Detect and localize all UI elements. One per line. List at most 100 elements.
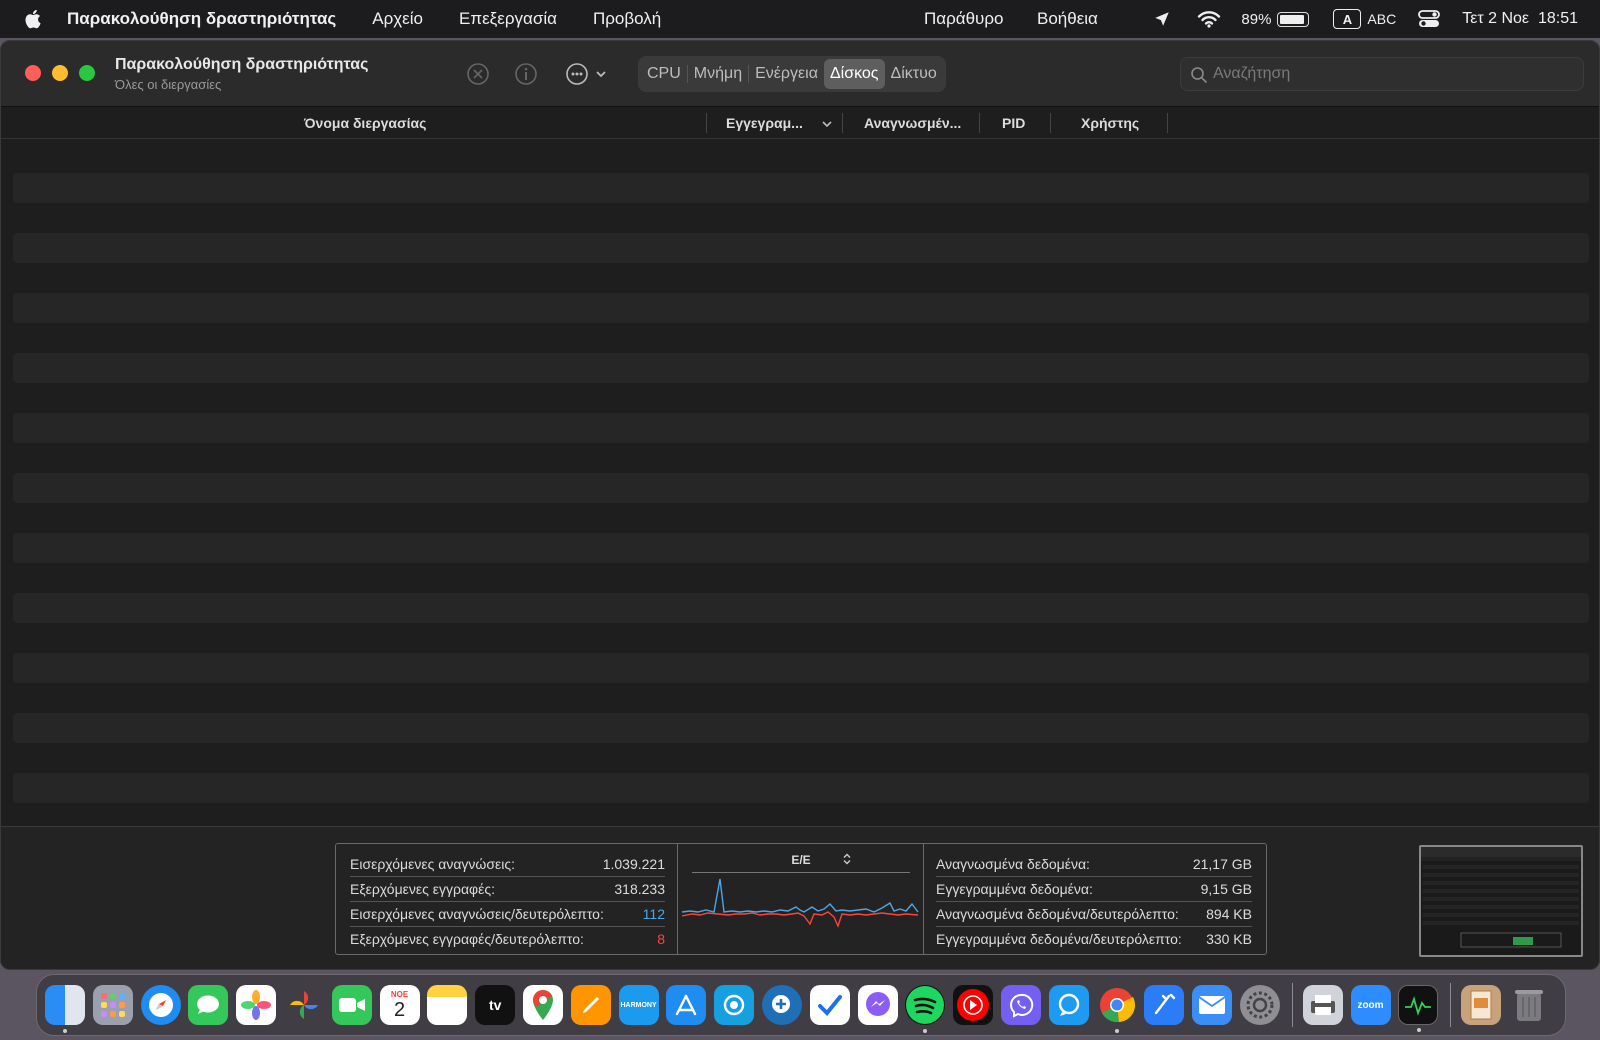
proxyman-icon[interactable] [714, 985, 755, 1025]
table-row[interactable] [13, 293, 1589, 323]
disk-summary-panel: Εισερχόμενες αναγνώσεις: 1.039.221 Εξερχό… [1, 826, 1599, 969]
facetime-icon[interactable] [331, 985, 372, 1025]
table-row[interactable] [13, 353, 1589, 383]
app-store-icon[interactable] [666, 985, 707, 1025]
disk-stats-box: Εισερχόμενες αναγνώσεις: 1.039.221 Εξερχό… [335, 843, 1267, 955]
table-row[interactable] [13, 713, 1589, 743]
battery-percent: 89% [1241, 10, 1272, 28]
input-source-icon[interactable]: A [1333, 9, 1362, 29]
xcode-icon[interactable] [1144, 985, 1185, 1025]
stop-process-icon[interactable] [465, 61, 491, 87]
activity-monitor-icon[interactable] [1398, 985, 1439, 1032]
chat-bubble-icon[interactable] [1048, 985, 1089, 1025]
io-count-stats: Εισερχόμενες αναγνώσεις: 1.039.221 Εξερχό… [336, 844, 678, 954]
messenger-icon[interactable] [857, 985, 898, 1025]
pages-icon[interactable] [570, 985, 611, 1025]
finder-icon[interactable] [45, 985, 85, 1033]
calendar-icon[interactable]: ΝΟΕ 2 [379, 985, 420, 1025]
table-row[interactable] [13, 773, 1589, 803]
battery-status[interactable]: 89% [1241, 10, 1310, 28]
mail-icon[interactable] [1192, 985, 1233, 1025]
messages-icon[interactable] [188, 985, 229, 1025]
control-center-icon[interactable] [1418, 9, 1441, 29]
activity-monitor-window: Παρακολούθηση δραστηριότητας Όλες οι διε… [0, 40, 1600, 970]
tab-network[interactable]: Δίκτυο [885, 59, 943, 89]
zoom-window-button[interactable] [79, 65, 95, 81]
tab-cpu[interactable]: CPU [641, 59, 687, 89]
process-table [1, 140, 1599, 840]
tab-disk[interactable]: Δίσκος [823, 59, 885, 89]
photos-icon[interactable] [236, 985, 277, 1025]
stat-data-written-per-sec: Εγγεγραμμένα δεδομένα/δευτερόλεπτο: 330 K… [936, 931, 1252, 947]
window-thumbnail[interactable] [1419, 845, 1583, 957]
menu-file[interactable]: Αρχείο [372, 9, 423, 29]
zoom-label: zoom [1357, 999, 1384, 1011]
more-actions-icon[interactable] [564, 61, 610, 87]
zoom-icon[interactable]: zoom [1350, 985, 1391, 1025]
minimize-window-button[interactable] [52, 65, 68, 81]
column-bytes-written[interactable]: Εγγεγραμ... [726, 115, 803, 131]
column-user[interactable]: Χρήστης [1081, 115, 1139, 131]
chrome-icon[interactable] [1097, 985, 1137, 1033]
apple-tv-icon[interactable]: tv [475, 985, 516, 1025]
io-graph-selector[interactable]: Ε/Ε [678, 853, 924, 867]
harmony-label: HARMONY [620, 1001, 657, 1009]
viber-icon[interactable] [1000, 985, 1041, 1025]
menu-bar: Παρακολούθηση δραστηριότητας Αρχείο Επεξ… [0, 0, 1600, 38]
window-subtitle: Όλες οι διεργασίες [115, 77, 222, 92]
wifi-icon[interactable] [1197, 10, 1221, 28]
app-menu[interactable]: Παρακολούθηση δραστηριότητας [67, 9, 336, 29]
youtube-music-icon[interactable] [953, 985, 994, 1025]
safari-icon[interactable] [140, 985, 181, 1025]
google-maps-icon[interactable] [522, 985, 563, 1025]
menu-view[interactable]: Προβολή [593, 9, 661, 29]
table-row[interactable] [13, 173, 1589, 203]
column-pid[interactable]: PID [1002, 115, 1025, 131]
menu-window[interactable]: Παράθυρο [924, 9, 1003, 29]
downloads-stack-icon[interactable] [1461, 985, 1502, 1025]
tab-energy[interactable]: Ενέργεια [749, 59, 824, 89]
window-controls [25, 65, 95, 81]
location-icon[interactable] [1153, 10, 1171, 28]
clock[interactable]: Τετ 2 Νοε 18:51 [1462, 10, 1578, 28]
io-activity-chart [681, 878, 919, 928]
harmony-icon[interactable]: HARMONY [618, 985, 659, 1025]
io-graph: Ε/Ε [678, 844, 924, 954]
trash-icon[interactable] [1509, 985, 1549, 1025]
table-row[interactable] [13, 413, 1589, 443]
view-segmented-control: CPU Μνήμη Ενέργεια Δίσκος Δίκτυο [638, 56, 946, 92]
updown-chevron-icon [843, 853, 851, 865]
stat-data-read: Αναγνωσμένα δεδομένα: 21,17 GB [936, 852, 1252, 877]
table-row[interactable] [13, 473, 1589, 503]
input-source-label[interactable]: ABC [1367, 11, 1396, 27]
sort-descending-icon[interactable] [821, 119, 833, 129]
launchpad-icon[interactable] [92, 985, 133, 1025]
spotify-icon[interactable] [905, 985, 946, 1033]
menu-help[interactable]: Βοήθεια [1037, 9, 1098, 29]
dock-separator [1450, 983, 1452, 1027]
column-process-name[interactable]: Όνομα διεργασίας [304, 115, 426, 131]
table-row[interactable] [13, 653, 1589, 683]
stat-writes-per-sec: Εξερχόμενες εγγραφές/δευτερόλεπτο: 8 [350, 931, 665, 947]
tasks-checkmark-icon[interactable] [809, 985, 850, 1025]
stat-data-read-per-sec: Αναγνωσμένα δεδομένα/δευτερόλεπτο: 894 KB [936, 902, 1252, 927]
printer-scanner-icon[interactable] [1302, 985, 1343, 1025]
thumbnail-preview-icon [1421, 847, 1581, 948]
close-window-button[interactable] [25, 65, 41, 81]
google-photos-icon[interactable] [284, 985, 324, 1025]
search-field[interactable]: Αναζήτηση [1180, 57, 1584, 91]
table-row[interactable] [13, 533, 1589, 563]
tab-memory[interactable]: Μνήμη [688, 59, 748, 89]
menu-edit[interactable]: Επεξεργασία [459, 9, 557, 29]
table-row[interactable] [13, 233, 1589, 263]
data-volume-stats: Αναγνωσμένα δεδομένα: 21,17 GB Εγγεγραμμέ… [924, 844, 1266, 954]
apple-logo-icon[interactable] [23, 8, 45, 30]
calendar-month: ΝΟΕ [390, 989, 409, 999]
magnifier-icon[interactable] [761, 985, 802, 1025]
column-bytes-read[interactable]: Αναγνωσμέν... [864, 115, 961, 131]
notes-icon[interactable] [427, 985, 468, 1025]
system-settings-gear-icon[interactable] [1239, 985, 1280, 1025]
table-row[interactable] [13, 593, 1589, 623]
info-icon[interactable] [513, 61, 539, 87]
stat-writes-out: Εξερχόμενες εγγραφές: 318.233 [350, 877, 665, 902]
